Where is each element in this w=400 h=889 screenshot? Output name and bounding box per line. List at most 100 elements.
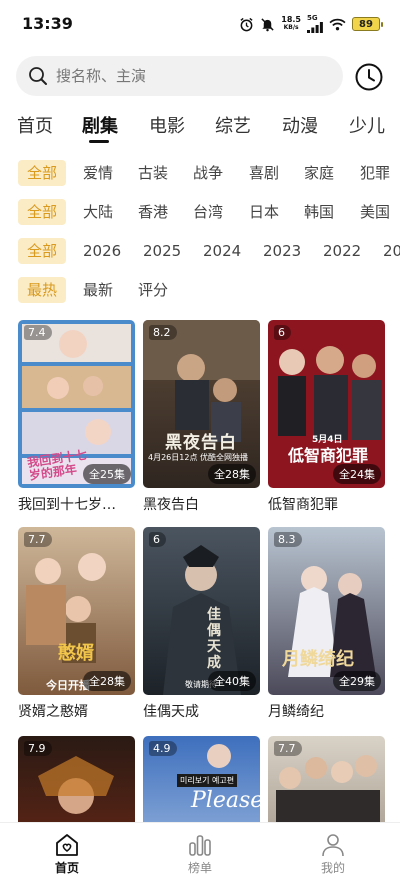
filter-chip[interactable]: 全部 (18, 238, 66, 264)
filter-row-sort: 最热 最新 评分 (0, 277, 400, 303)
filter-chip[interactable]: 2023 (263, 238, 301, 264)
profile-icon (320, 833, 346, 857)
filter-chip[interactable]: 爱情 (83, 160, 113, 186)
nav-home[interactable]: 首页 (27, 833, 107, 876)
network-type: 5G (307, 14, 318, 22)
battery-icon: 89 (352, 17, 383, 31)
filter-chip[interactable]: 美国 (360, 199, 390, 225)
net-speed-unit: KB/s (283, 24, 299, 31)
clock-icon (354, 62, 384, 92)
episode-count: 全40集 (208, 671, 256, 691)
poster: 黑夜告白 4月26日12点 优酷全网独播 8.2 全28集 (143, 320, 260, 488)
show-card[interactable]: 低智商犯罪 5月4日 6 全24集 低智商犯罪 (268, 320, 385, 514)
poster-caption: 5月4日 (312, 435, 343, 445)
rating-badge: 7.4 (24, 325, 52, 340)
poster-title-art: 月鳞绮纪 (282, 649, 354, 670)
filter-chip[interactable]: 日本 (249, 199, 279, 225)
status-time: 13:39 (22, 14, 73, 33)
show-title: 月鳞绮纪 (268, 704, 324, 720)
poster-title-art: 黑夜告白 (165, 433, 237, 453)
show-card[interactable]: 黑夜告白 4月26日12点 优酷全网独播 8.2 全28集 黑夜告白 (143, 320, 260, 514)
filter-chip[interactable]: 韩国 (304, 199, 334, 225)
poster-art (26, 553, 106, 663)
poster-caption: 미리보기 예고편 (177, 774, 238, 787)
episode-count: 全29集 (333, 671, 381, 691)
nav-rankings[interactable]: 榜单 (160, 833, 240, 876)
filter-chip[interactable]: 犯罪 (360, 160, 390, 186)
filter-chip[interactable]: 2024 (203, 238, 241, 264)
filter-chip[interactable]: 最新 (83, 277, 113, 303)
rating-badge: 6 (149, 532, 166, 547)
filter-chip[interactable]: 最热 (18, 277, 66, 303)
tab-kids[interactable]: 少儿 (349, 112, 385, 138)
poster-art (163, 545, 241, 695)
rating-badge: 7.7 (24, 532, 52, 547)
filter-chip[interactable]: 台湾 (193, 199, 223, 225)
alarm-icon (239, 17, 254, 32)
rating-badge: 8.3 (274, 532, 302, 547)
episode-count: 全24集 (333, 464, 381, 484)
filter-chip[interactable]: 20 (383, 238, 400, 264)
show-card[interactable]: 憨婿 今日开播 7.7 全28集 贤婿之憨婿 (18, 527, 135, 721)
filter-chip[interactable]: 古装 (138, 160, 168, 186)
chart-icon (187, 833, 213, 857)
filter-chip[interactable]: 全部 (18, 199, 66, 225)
nav-label: 首页 (54, 861, 79, 875)
rating-badge: 6 (274, 325, 291, 340)
filter-chip[interactable]: 2026 (83, 238, 121, 264)
rating-badge: 7.9 (24, 741, 52, 756)
tab-movies[interactable]: 电影 (149, 112, 185, 138)
filter-chip[interactable]: 2025 (143, 238, 181, 264)
nav-profile[interactable]: 我的 (293, 833, 373, 876)
search-bar[interactable] (16, 56, 343, 96)
filter-chip[interactable]: 家庭 (304, 160, 334, 186)
history-button[interactable] (352, 60, 386, 94)
episode-count: 全28集 (208, 464, 256, 484)
episode-count: 全25集 (83, 464, 131, 484)
filter-row-year: 全部 2026 2025 2024 2023 2022 20 (0, 238, 400, 264)
poster-title-art: 憨婿 (58, 643, 94, 664)
show-title: 低智商犯罪 (268, 497, 338, 513)
show-title: 贤婿之憨婿 (18, 704, 88, 720)
show-card[interactable]: 我回到十七岁的那年 7.4 全25集 我回到十七岁… (18, 320, 135, 514)
tab-variety[interactable]: 综艺 (215, 112, 251, 138)
filter-chip[interactable]: 香港 (138, 199, 168, 225)
status-bar: 13:39 18.5 KB/s 5G 89 (0, 0, 400, 46)
tab-anime[interactable]: 动漫 (282, 112, 318, 138)
signal-icon: 5G (307, 15, 323, 33)
show-title: 黑夜告白 (143, 497, 199, 513)
tab-series[interactable]: 剧集 (82, 112, 118, 138)
poster: 月鳞绮纪 8.3 全29集 (268, 527, 385, 695)
home-icon (54, 833, 80, 857)
poster: 我回到十七岁的那年 7.4 全25集 (18, 320, 135, 488)
poster: 憨婿 今日开播 7.7 全28集 (18, 527, 135, 695)
poster-title-art: 低智商犯罪 (288, 446, 369, 465)
episode-count: 全28集 (83, 671, 131, 691)
poster-caption: 4月26日12点 优酷全网独播 (148, 453, 248, 462)
tab-home[interactable]: 首页 (17, 112, 53, 138)
bottom-nav: 首页 榜单 我的 (0, 822, 400, 889)
filter-chip[interactable]: 大陆 (83, 199, 113, 225)
filter-chip[interactable]: 全部 (18, 160, 66, 186)
show-card[interactable]: 佳偶天成 敬请期待 6 全40集 佳偶天成 (143, 527, 260, 721)
filter-row-genre: 全部 爱情 古装 战争 喜剧 家庭 犯罪 (0, 160, 400, 186)
nav-label: 我的 (320, 861, 345, 875)
filter-chip[interactable]: 2022 (323, 238, 361, 264)
rating-badge: 4.9 (149, 741, 177, 756)
filter-chip[interactable]: 评分 (138, 277, 168, 303)
poster-title-art: Please, (191, 788, 260, 813)
show-card[interactable]: 月鳞绮纪 8.3 全29集 月鳞绮纪 (268, 527, 385, 721)
net-speed-value: 18.5 (281, 15, 301, 24)
search-icon (28, 66, 48, 86)
tab-active-indicator (89, 140, 109, 143)
filter-row-region: 全部 大陆 香港 台湾 日本 韩国 美国 (0, 199, 400, 225)
filter-chip[interactable]: 战争 (193, 160, 223, 186)
rating-badge: 7.7 (274, 741, 302, 756)
search-input[interactable] (56, 67, 316, 85)
filter-chip[interactable]: 喜剧 (249, 160, 279, 186)
net-speed: 18.5 KB/s (281, 16, 301, 32)
rating-badge: 8.2 (149, 325, 177, 340)
poster: 低智商犯罪 5月4日 6 全24集 (268, 320, 385, 488)
poster: 佳偶天成 敬请期待 6 全40集 (143, 527, 260, 695)
poster-title-art: 佳偶天成 (207, 607, 221, 671)
